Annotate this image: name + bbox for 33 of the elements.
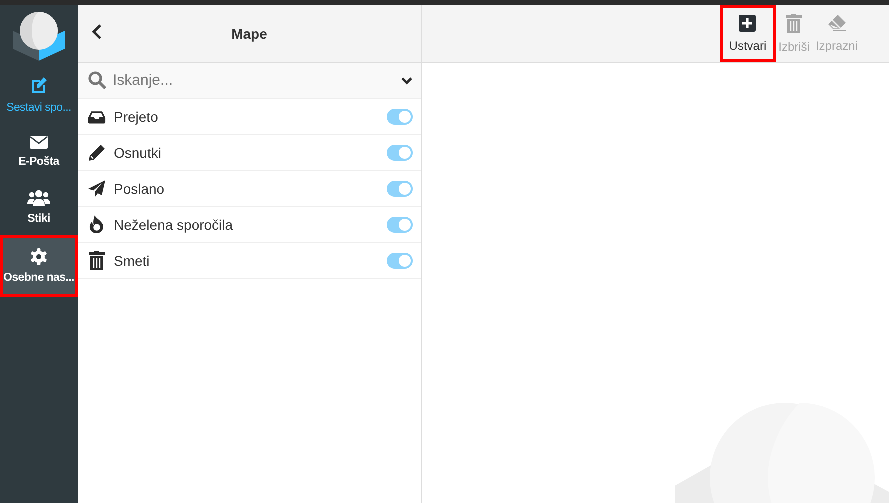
subscription-toggle[interactable] xyxy=(387,216,413,232)
nav-item[interactable]: Sestavi spo... xyxy=(0,67,78,123)
create-button[interactable]: Ustvari xyxy=(720,5,776,62)
search-field[interactable]: Iskanje... xyxy=(113,72,395,89)
logo-icon xyxy=(12,11,66,61)
nav-item[interactable]: E-Pošta xyxy=(0,123,78,179)
search-icon xyxy=(88,71,107,90)
trash-icon xyxy=(786,14,802,32)
folder-name[interactable]: Osnutki xyxy=(114,144,379,160)
subscription-toggle[interactable] xyxy=(387,108,413,124)
chevron-down-icon[interactable] xyxy=(401,76,413,84)
gear-icon xyxy=(30,248,48,266)
subscription-toggle[interactable] xyxy=(387,252,413,268)
flame-icon xyxy=(89,215,105,234)
nav-item[interactable]: Stiki xyxy=(0,179,78,235)
paper-plane-icon xyxy=(88,180,106,198)
folder-name[interactable]: Neželena sporočila xyxy=(114,216,379,232)
panel-title: Mape xyxy=(232,26,268,42)
search-bar[interactable]: Iskanje... xyxy=(78,63,421,99)
envelope-icon xyxy=(29,134,49,150)
folder-name[interactable]: Poslano xyxy=(114,180,379,196)
folder-name[interactable]: Prejeto xyxy=(114,108,379,124)
folder-name[interactable]: Smeti xyxy=(114,252,379,268)
pencil-icon xyxy=(88,144,106,162)
compose-icon xyxy=(29,76,49,96)
trash-icon xyxy=(89,251,105,270)
subscription-toggle[interactable] xyxy=(387,180,413,196)
subscription-toggle[interactable] xyxy=(387,144,413,160)
plus-square-icon xyxy=(739,14,756,32)
nav-item[interactable]: Osebne nas... xyxy=(0,235,78,297)
people-icon xyxy=(27,189,51,207)
inbox-tray-icon xyxy=(88,108,106,124)
eraser-icon xyxy=(826,14,847,32)
